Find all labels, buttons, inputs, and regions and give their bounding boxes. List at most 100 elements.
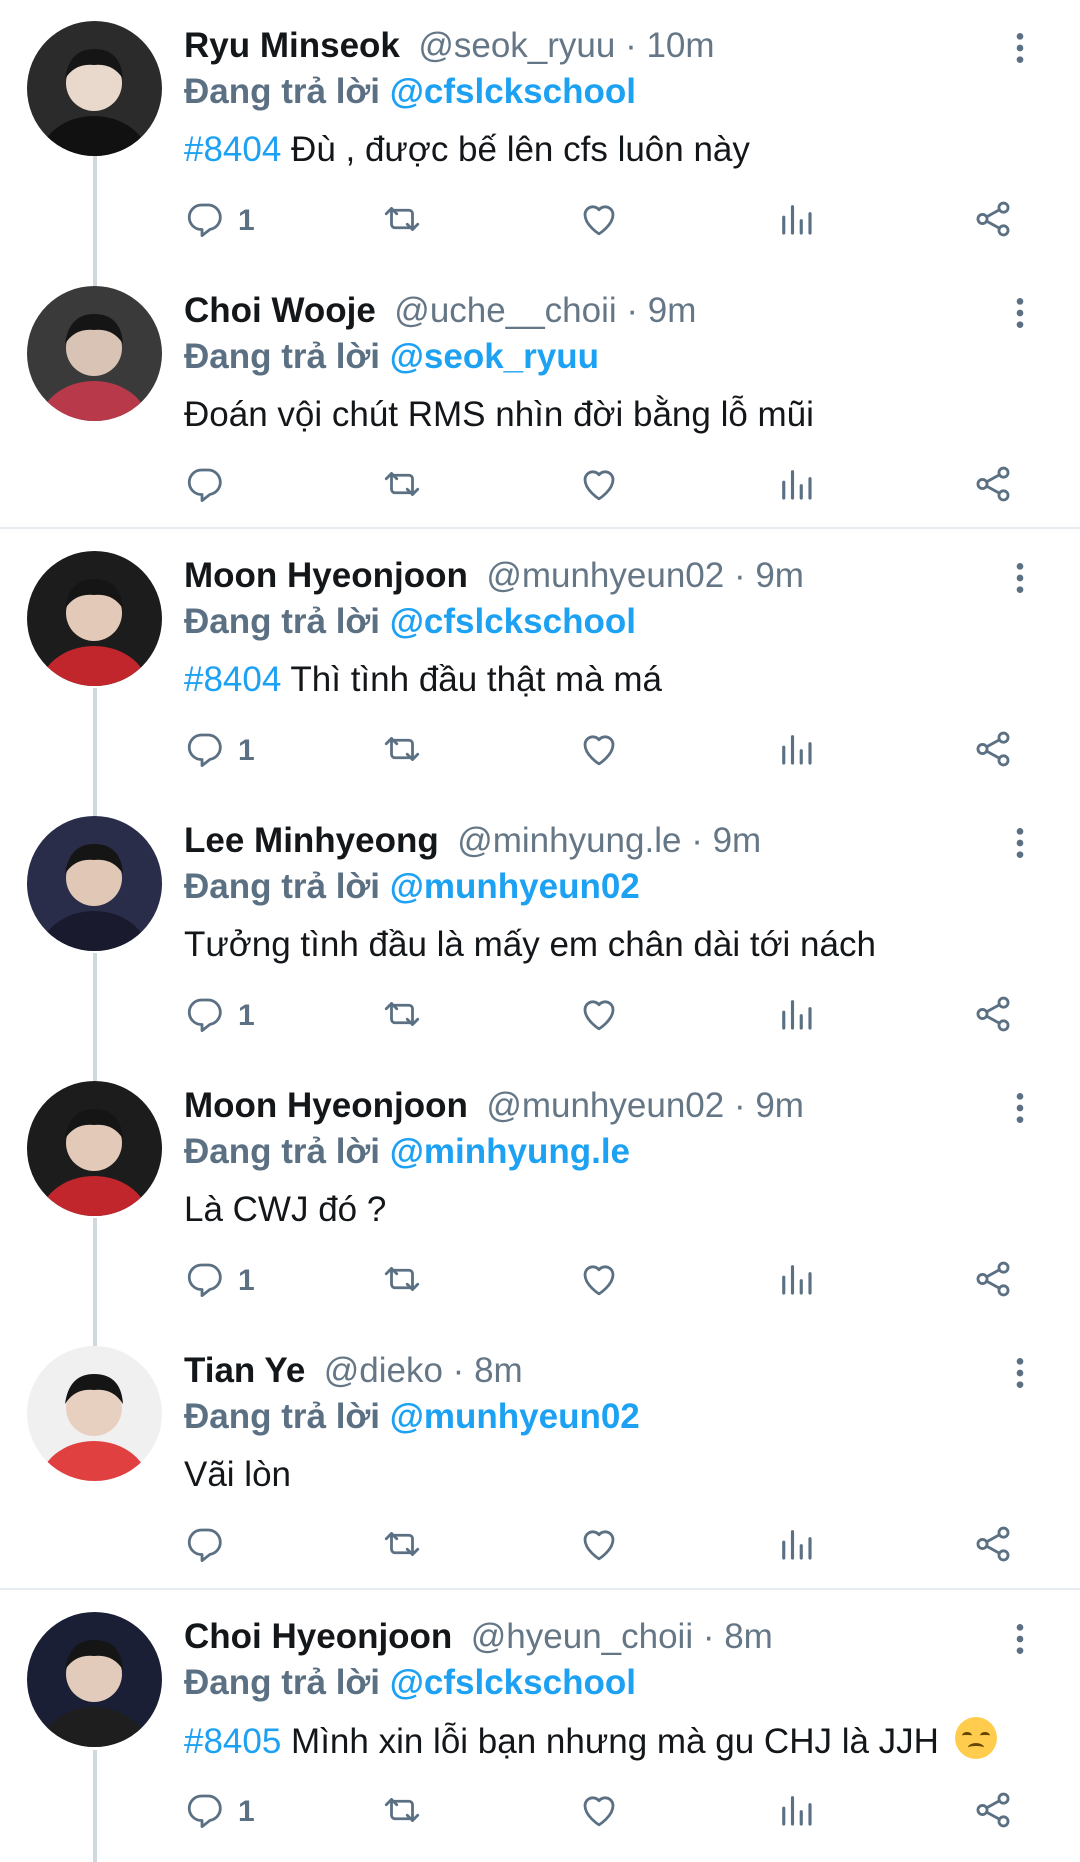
- like-button[interactable]: [578, 726, 620, 776]
- share-icon: [972, 728, 1014, 775]
- avatar[interactable]: [27, 286, 162, 421]
- avatar[interactable]: [27, 1346, 162, 1481]
- reply-button[interactable]: 1: [184, 726, 255, 776]
- more-options-icon[interactable]: [1000, 28, 1040, 68]
- tweet[interactable]: Ryu Minseok @seok_ryuu · 10m Đang trả lờ…: [0, 0, 1080, 265]
- like-button[interactable]: [578, 991, 620, 1041]
- like-button[interactable]: [578, 1256, 620, 1306]
- reply-target-link[interactable]: @cfslckschool: [390, 602, 636, 641]
- bar-chart-icon: [775, 1523, 817, 1570]
- like-button[interactable]: [578, 461, 620, 511]
- tweet-text: Đoán vội chút RMS nhìn đời bằng lỗ mũi: [184, 395, 814, 434]
- more-options-icon[interactable]: [1000, 1353, 1040, 1393]
- replying-to: Đang trả lời @munhyeun02: [184, 867, 640, 906]
- tweet-actions: [184, 461, 1024, 511]
- more-options-icon[interactable]: [1000, 293, 1040, 333]
- analytics-button[interactable]: [775, 196, 817, 246]
- replying-to: Đang trả lời @cfslckschool: [184, 72, 636, 111]
- avatar[interactable]: [27, 816, 162, 951]
- retweet-icon: [381, 1789, 423, 1836]
- share-icon: [972, 198, 1014, 245]
- share-icon: [972, 463, 1014, 510]
- share-button[interactable]: [972, 726, 1014, 776]
- retweet-button[interactable]: [381, 196, 423, 246]
- analytics-button[interactable]: [775, 1256, 817, 1306]
- analytics-button[interactable]: [775, 1787, 817, 1837]
- retweet-button[interactable]: [381, 991, 423, 1041]
- share-button[interactable]: [972, 1256, 1014, 1306]
- reply-target-link[interactable]: @seok_ryuu: [390, 337, 599, 376]
- tweet[interactable]: Lee Minhyeong @minhyung.le · 9m Đang trả…: [0, 795, 1080, 1060]
- reply-button[interactable]: [184, 1521, 238, 1571]
- hashtag-link[interactable]: #8404: [184, 660, 281, 699]
- bar-chart-icon: [775, 198, 817, 245]
- reply-icon: [184, 1789, 226, 1836]
- retweet-icon: [381, 1258, 423, 1305]
- avatar[interactable]: [27, 1612, 162, 1747]
- heart-icon: [578, 1523, 620, 1570]
- tweet[interactable]: Choi Wooje @uche__choii · 9m Đang trả lờ…: [0, 265, 1080, 530]
- analytics-button[interactable]: [775, 461, 817, 511]
- retweet-button[interactable]: [381, 1521, 423, 1571]
- analytics-button[interactable]: [775, 726, 817, 776]
- tweet-actions: 1: [184, 726, 1024, 776]
- hashtag-link[interactable]: #8404: [184, 130, 281, 169]
- display-name[interactable]: Choi Hyeonjoon: [184, 1617, 452, 1656]
- like-button[interactable]: [578, 1787, 620, 1837]
- retweet-button[interactable]: [381, 461, 423, 511]
- tweet-header: Moon Hyeonjoon @munhyeun02 · 9m: [184, 1082, 1000, 1130]
- reply-target-link[interactable]: @munhyeun02: [390, 1397, 640, 1436]
- reply-target-link[interactable]: @cfslckschool: [390, 72, 636, 111]
- reply-target-link[interactable]: @munhyeun02: [390, 867, 640, 906]
- reply-button[interactable]: 1: [184, 991, 255, 1041]
- analytics-button[interactable]: [775, 991, 817, 1041]
- display-name[interactable]: Moon Hyeonjoon: [184, 1086, 468, 1125]
- display-name[interactable]: Tian Ye: [184, 1351, 305, 1390]
- display-name[interactable]: Moon Hyeonjoon: [184, 556, 468, 595]
- avatar[interactable]: [27, 551, 162, 686]
- analytics-button[interactable]: [775, 1521, 817, 1571]
- tweet-actions: 1: [184, 1787, 1024, 1837]
- reply-button[interactable]: 1: [184, 196, 255, 246]
- avatar[interactable]: [27, 21, 162, 156]
- reply-icon: [184, 198, 226, 245]
- reply-button[interactable]: 1: [184, 1256, 255, 1306]
- replying-to: Đang trả lời @seok_ryuu: [184, 337, 599, 376]
- heart-icon: [578, 993, 620, 1040]
- tweet[interactable]: Moon Hyeonjoon @munhyeun02 · 9m Đang trả…: [0, 1060, 1080, 1325]
- like-button[interactable]: [578, 1521, 620, 1571]
- display-name[interactable]: Lee Minhyeong: [184, 821, 439, 860]
- heart-icon: [578, 198, 620, 245]
- tweet[interactable]: Tian Ye @dieko · 8m Đang trả lời @munhye…: [0, 1325, 1080, 1590]
- reply-target-link[interactable]: @minhyung.le: [390, 1132, 630, 1171]
- reply-button[interactable]: 1: [184, 1787, 255, 1837]
- share-button[interactable]: [972, 196, 1014, 246]
- share-button[interactable]: [972, 1521, 1014, 1571]
- avatar[interactable]: [27, 1081, 162, 1216]
- more-options-icon[interactable]: [1000, 1088, 1040, 1128]
- more-options-icon[interactable]: [1000, 558, 1040, 598]
- retweet-icon: [381, 198, 423, 245]
- reply-count: 1: [238, 734, 255, 767]
- retweet-icon: [381, 1523, 423, 1570]
- hashtag-link[interactable]: #8405: [184, 1722, 281, 1761]
- share-button[interactable]: [972, 461, 1014, 511]
- more-options-icon[interactable]: [1000, 1619, 1040, 1659]
- retweet-button[interactable]: [381, 1787, 423, 1837]
- retweet-button[interactable]: [381, 726, 423, 776]
- like-button[interactable]: [578, 196, 620, 246]
- more-options-icon[interactable]: [1000, 823, 1040, 863]
- tweet[interactable]: Choi Hyeonjoon @hyeun_choii · 8m Đang tr…: [0, 1591, 1080, 1856]
- tweet-header: Lee Minhyeong @minhyung.le · 9m: [184, 817, 1000, 865]
- share-button[interactable]: [972, 991, 1014, 1041]
- tweet[interactable]: Moon Hyeonjoon @munhyeun02 · 9m Đang trả…: [0, 530, 1080, 795]
- display-name[interactable]: Choi Wooje: [184, 291, 376, 330]
- retweet-button[interactable]: [381, 1256, 423, 1306]
- retweet-icon: [381, 728, 423, 775]
- replying-to: Đang trả lời @munhyeun02: [184, 1397, 640, 1436]
- reply-button[interactable]: [184, 461, 238, 511]
- share-button[interactable]: [972, 1787, 1014, 1837]
- reply-target-link[interactable]: @cfslckschool: [390, 1663, 636, 1702]
- tweet-text: Vãi lòn: [184, 1455, 292, 1494]
- display-name[interactable]: Ryu Minseok: [184, 26, 400, 65]
